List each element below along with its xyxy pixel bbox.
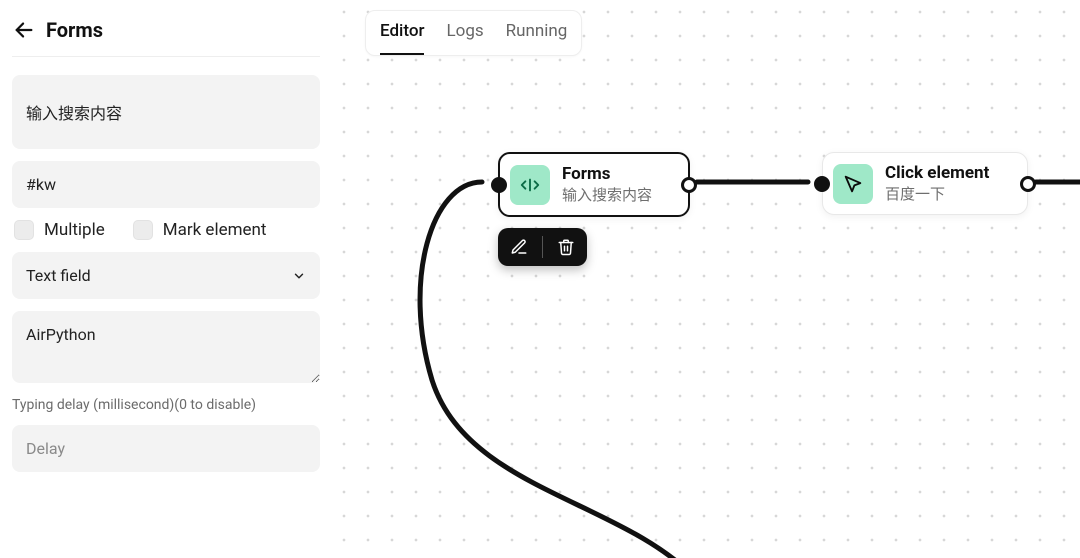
trash-icon: [557, 238, 575, 256]
multiple-checkbox[interactable]: Multiple: [14, 220, 105, 240]
field-type-value[interactable]: [12, 252, 320, 299]
tab-logs[interactable]: Logs: [446, 21, 483, 55]
edit-node-button[interactable]: [510, 238, 528, 256]
selector-input[interactable]: [12, 161, 320, 208]
checkbox-row: Multiple Mark element: [12, 220, 320, 240]
node-labels: Click element 百度一下: [885, 163, 989, 204]
pencil-icon: [510, 238, 528, 256]
arrow-left-icon: [13, 19, 35, 41]
tab-running[interactable]: Running: [506, 21, 568, 55]
text-value-input[interactable]: [12, 311, 320, 383]
multiple-label: Multiple: [44, 220, 105, 240]
description-input[interactable]: [12, 75, 320, 149]
tab-editor[interactable]: Editor: [380, 21, 424, 55]
port-in[interactable]: [491, 177, 507, 193]
mark-element-checkbox[interactable]: Mark element: [133, 220, 267, 240]
canvas[interactable]: Editor Logs Running Forms 输入搜索内容 Click e…: [332, 0, 1080, 558]
sidebar-header: Forms: [12, 18, 320, 57]
node-click-element[interactable]: Click element 百度一下: [822, 152, 1028, 215]
back-button[interactable]: [12, 18, 36, 42]
cursor-icon: [833, 164, 873, 204]
forms-icon: [510, 165, 550, 205]
port-out[interactable]: [681, 177, 697, 193]
delete-node-button[interactable]: [557, 238, 575, 256]
node-subtitle: 输入搜索内容: [562, 184, 652, 205]
typing-delay-input[interactable]: [12, 425, 320, 472]
port-out[interactable]: [1020, 176, 1036, 192]
mark-element-label: Mark element: [163, 220, 267, 240]
node-labels: Forms 输入搜索内容: [562, 164, 652, 205]
typing-delay-label: Typing delay (millisecond)(0 to disable): [12, 397, 320, 413]
sidebar: Forms Multiple Mark element Typing delay…: [0, 0, 332, 558]
edges-layer: [332, 0, 1080, 558]
checkbox-icon: [14, 220, 34, 240]
tabs: Editor Logs Running: [365, 10, 582, 56]
node-actions: [498, 228, 587, 266]
node-forms[interactable]: Forms 输入搜索内容: [498, 152, 690, 217]
sidebar-title: Forms: [46, 18, 103, 42]
checkbox-icon: [133, 220, 153, 240]
node-title: Forms: [562, 164, 652, 184]
divider: [542, 236, 543, 258]
node-title: Click element: [885, 163, 989, 183]
field-type-select[interactable]: [12, 252, 320, 299]
port-in[interactable]: [814, 176, 830, 192]
node-subtitle: 百度一下: [885, 183, 989, 204]
